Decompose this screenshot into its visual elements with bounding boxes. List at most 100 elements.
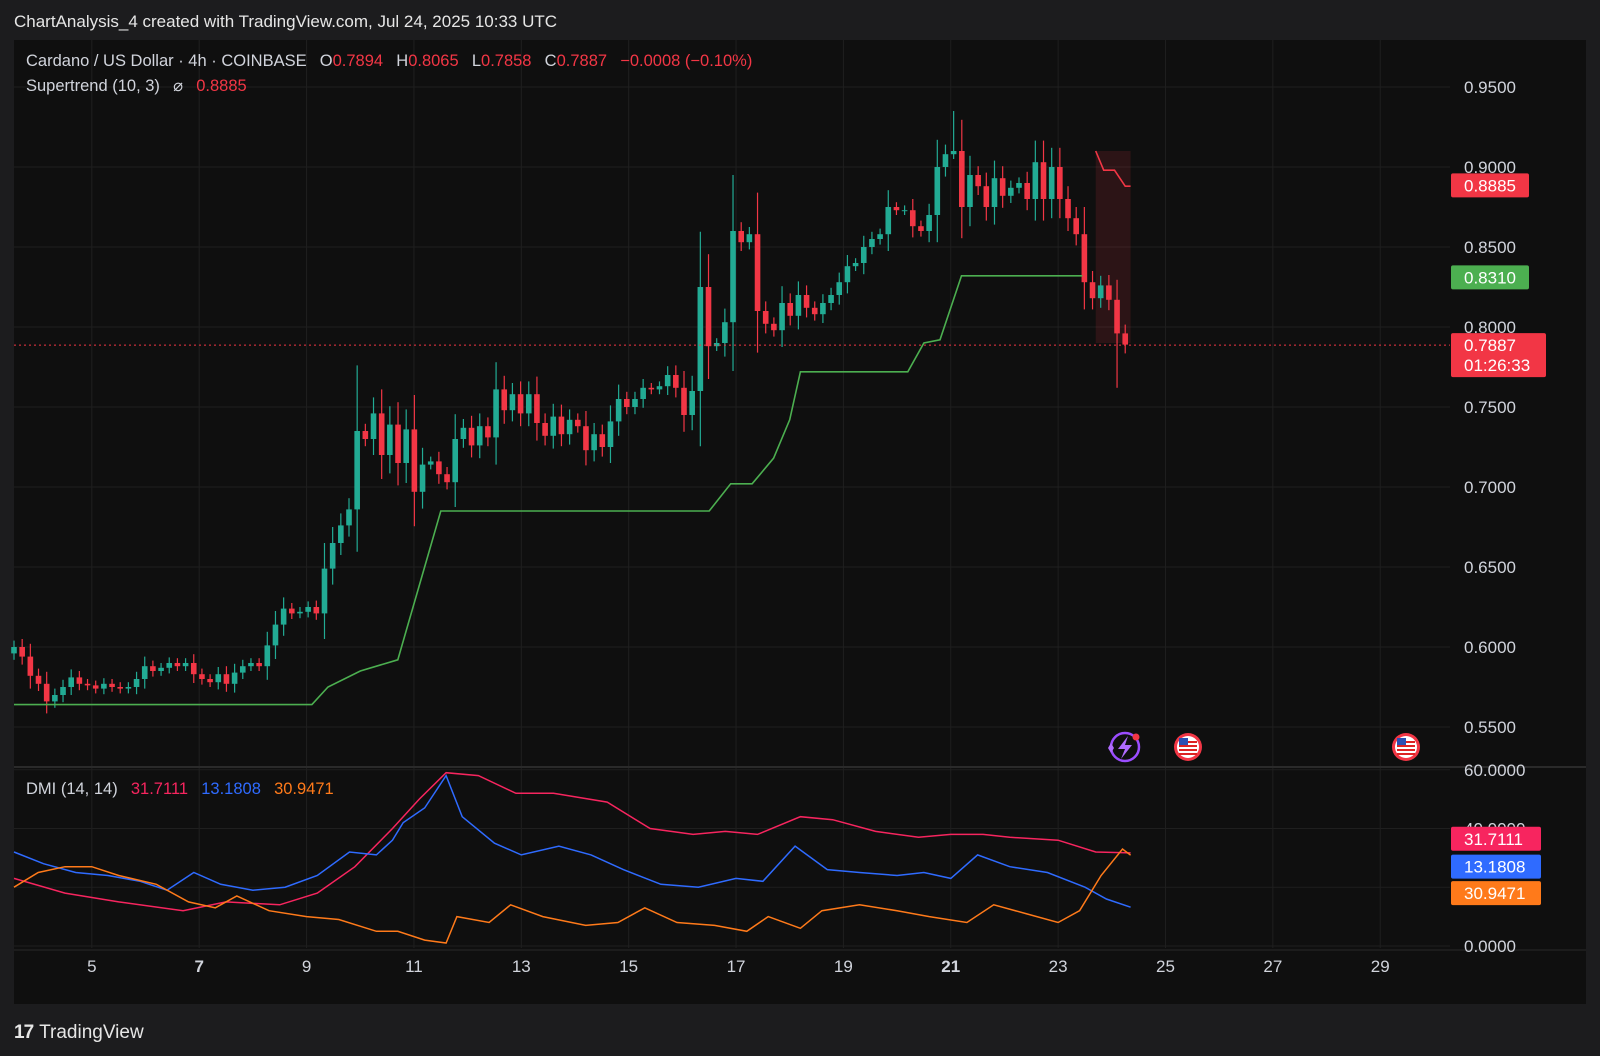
candle [395, 402, 401, 486]
candle-body [321, 568, 328, 614]
candle [60, 679, 66, 703]
candle [852, 258, 859, 271]
candle-body [615, 399, 622, 422]
candle-body [35, 675, 42, 684]
candle [885, 190, 892, 251]
candle-body [975, 175, 981, 187]
candle-body [1065, 199, 1071, 219]
candle-body [509, 394, 516, 411]
time-tick-label: 21 [941, 957, 960, 976]
candle-body [84, 683, 91, 686]
tradingview-footer[interactable]: 17 TradingView [14, 1022, 144, 1044]
candle [877, 228, 883, 245]
high-value: 0.8065 [408, 52, 459, 70]
candle [468, 415, 475, 458]
candle-body [468, 427, 475, 446]
time-tick-label: 19 [834, 957, 853, 976]
candle [591, 423, 597, 462]
candle-body [1057, 167, 1063, 199]
candle [190, 654, 197, 683]
lightning-event-icon[interactable] [1108, 731, 1141, 763]
supertrend-legend[interactable]: Supertrend (10, 3) ⌀ 0.8885 [26, 76, 251, 96]
candle [648, 383, 655, 395]
di-plus-value: 13.1808 [201, 780, 261, 798]
candle [926, 203, 932, 243]
candle-body [517, 394, 524, 414]
candle [1073, 207, 1079, 246]
candle-body [117, 687, 124, 689]
candle-body [877, 234, 883, 239]
candle-body [624, 399, 630, 407]
tradingview-logo-icon: 17 [14, 1022, 34, 1043]
candle [844, 255, 851, 294]
chart-canvas[interactable]: 0.95000.90000.85000.80000.75000.70000.65… [0, 0, 1600, 1056]
candle-body [771, 323, 777, 331]
candle [722, 308, 728, 357]
candle [452, 414, 459, 507]
candle-body [820, 303, 826, 315]
candle-body [738, 231, 744, 243]
candle-body [125, 687, 132, 689]
time-tick-label: 7 [194, 957, 203, 976]
candle [771, 317, 777, 337]
us-flag-event-icon[interactable] [1174, 733, 1202, 761]
candle [836, 272, 843, 305]
high-label: H [396, 52, 409, 70]
candle-body [542, 423, 548, 436]
candle-body [150, 666, 156, 671]
candle [199, 668, 205, 685]
hidden-eye-icon[interactable]: ⌀ [173, 77, 183, 95]
candle [942, 144, 949, 177]
candle [542, 413, 548, 446]
candle-body [280, 608, 287, 625]
candle-body [1081, 234, 1088, 283]
candle-body [476, 426, 483, 446]
supertrend-label[interactable]: Supertrend (10, 3) [26, 77, 160, 95]
symbol-legend[interactable]: Cardano / US Dollar · 4h · COINBASE O0.7… [26, 52, 756, 71]
candle-body [346, 509, 352, 526]
candle [419, 447, 426, 509]
candle [803, 285, 810, 318]
candle-body [1106, 285, 1112, 300]
close-value: 0.7887 [556, 52, 608, 70]
candle [959, 119, 965, 239]
symbol-title[interactable]: Cardano / US Dollar · 4h · COINBASE [26, 52, 307, 70]
candle-body [918, 226, 924, 231]
candle-body [762, 311, 769, 324]
dmi-tick-label: 60.0000 [1464, 761, 1525, 780]
dmi-tick-label: 0.0000 [1464, 937, 1516, 956]
candle [705, 254, 712, 379]
candle [697, 231, 704, 447]
candle [1008, 180, 1014, 203]
price-tick-label: 0.7500 [1464, 398, 1516, 417]
lightning-bolt [1118, 736, 1132, 759]
candle-body [444, 474, 450, 483]
candle-body [860, 247, 867, 263]
time-tick-label: 27 [1263, 957, 1282, 976]
us-flag-event-icon[interactable] [1392, 733, 1420, 761]
candle [101, 678, 107, 695]
candle-body [999, 178, 1006, 196]
candle [517, 381, 524, 427]
candle-body [141, 666, 148, 679]
candle [664, 366, 671, 395]
time-tick-label: 13 [512, 957, 531, 976]
candle-body [811, 307, 818, 315]
low-label: L [471, 52, 482, 70]
candle-body [68, 677, 74, 687]
candle [999, 166, 1006, 208]
candle [84, 679, 91, 691]
candle [640, 379, 646, 408]
candle-body [338, 525, 344, 543]
supertrend-down-fill [1095, 151, 1131, 343]
candle [427, 456, 434, 470]
candle [681, 371, 687, 432]
candle [754, 192, 761, 353]
candle-body [1097, 285, 1104, 299]
di-minus-value: 30.9471 [274, 780, 334, 798]
dmi-legend[interactable]: DMI (14, 14) 31.7111 13.1808 30.9471 [26, 780, 338, 799]
candle [558, 404, 565, 447]
dmi-label[interactable]: DMI (14, 14) [26, 780, 118, 798]
candle [215, 667, 222, 690]
candle-body [730, 231, 736, 323]
